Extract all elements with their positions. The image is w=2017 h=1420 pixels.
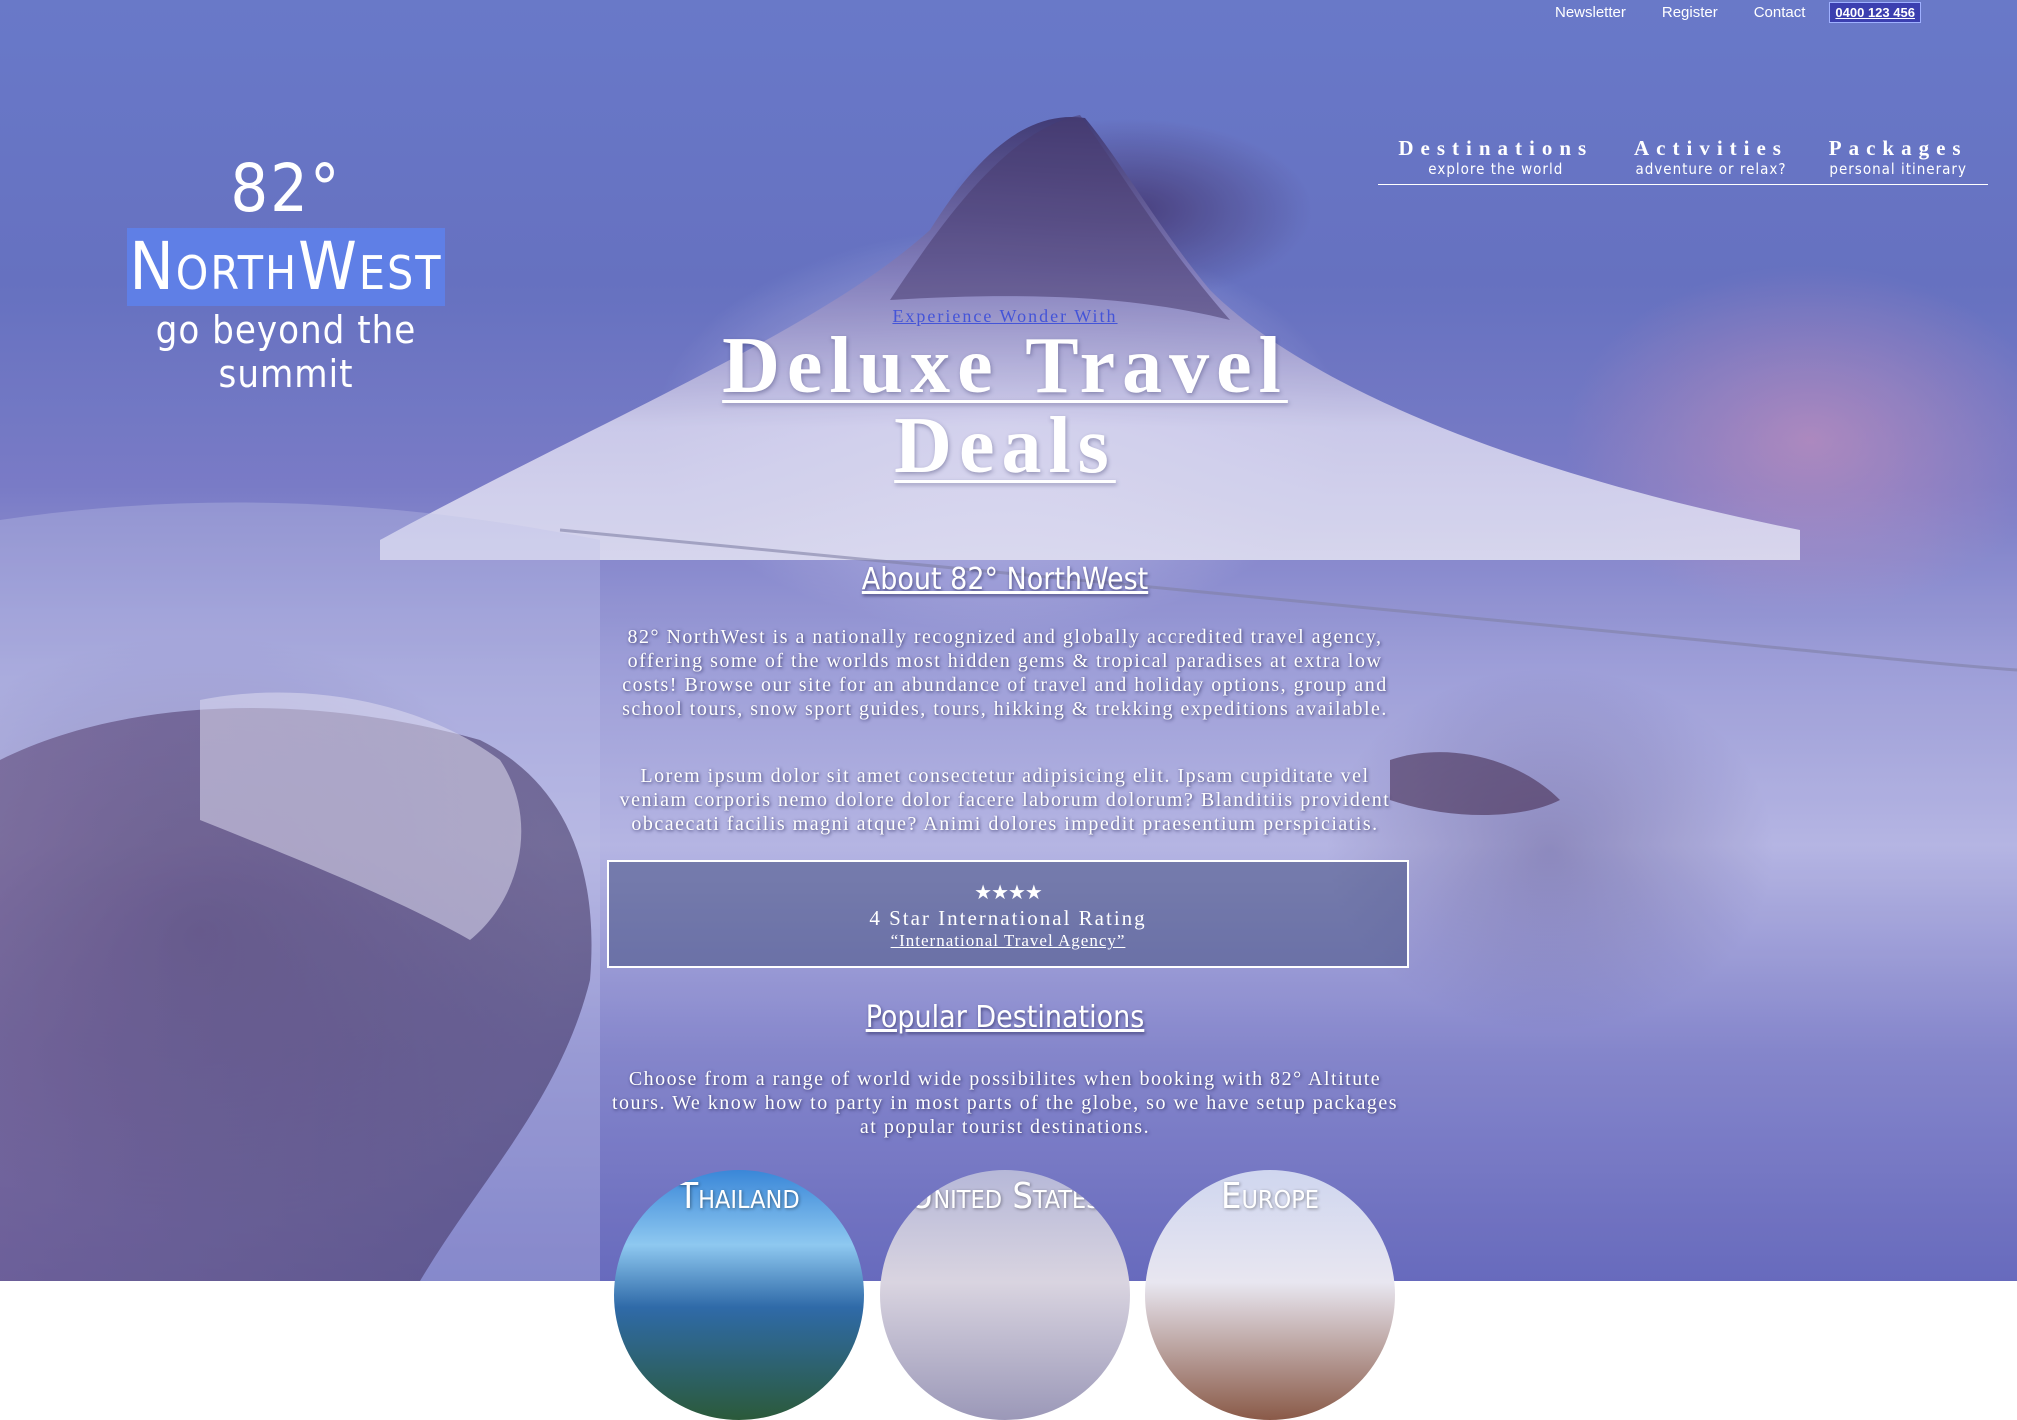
logo-tagline: go beyond the summit (155, 308, 417, 396)
destination-card-thailand[interactable]: Thailand (614, 1170, 864, 1420)
hero-title-line1: Deluxe Travel (722, 322, 1288, 410)
star-rating-icon: ★★★★ (974, 880, 1043, 904)
rating-text: 4 Star International Rating (869, 906, 1147, 930)
nav-title: Packages (1828, 136, 1968, 160)
utility-bar: Newsletter Register Contact 0400 123 456 (1555, 0, 1921, 24)
nav-item-activities[interactable]: Activities adventure or relax? (1634, 136, 1788, 184)
nav-subtitle: explore the world (1428, 160, 1564, 178)
about-paragraph-1: 82° NorthWest is a nationally recognized… (622, 626, 1388, 720)
nav-subtitle: adventure or relax? (1635, 160, 1787, 178)
hero-title[interactable]: Deluxe Travel Deals (605, 326, 1405, 486)
newsletter-link[interactable]: Newsletter (1555, 4, 1626, 21)
contact-link[interactable]: Contact (1754, 4, 1806, 21)
destination-label: Europe (1220, 1176, 1320, 1217)
rating-agency-link[interactable]: “International Travel Agency” (891, 931, 1126, 950)
destination-label: Thailand (678, 1176, 800, 1217)
register-link[interactable]: Register (1662, 4, 1718, 21)
rating-box: ★★★★ 4 Star International Rating “Intern… (607, 860, 1409, 968)
logo-wordmark: 82°NorthWest (126, 150, 446, 306)
destination-card-europe[interactable]: Europe (1145, 1170, 1395, 1420)
logo-degree: 82° (230, 150, 342, 227)
popular-heading: Popular Destinations (865, 1000, 1145, 1035)
about-paragraph-2: Lorem ipsum dolor sit amet consectetur a… (619, 765, 1391, 835)
main-nav: Destinations explore the world Activitie… (1378, 136, 1988, 185)
site-logo[interactable]: 82°NorthWest go beyond the summit (126, 150, 446, 396)
nav-title: Destinations (1398, 136, 1594, 160)
popular-paragraph: Choose from a range of world wide possib… (611, 1068, 1399, 1138)
destination-label: United States (909, 1176, 1101, 1217)
nav-title: Activities (1634, 136, 1788, 160)
nav-item-packages[interactable]: Packages personal itinerary (1829, 136, 1968, 184)
about-heading: About 82° NorthWest (861, 562, 1149, 597)
logo-name: NorthWest (127, 228, 445, 306)
nav-subtitle: personal itinerary (1829, 160, 1967, 178)
hero-title-line2: Deals (894, 402, 1116, 490)
nav-item-destinations[interactable]: Destinations explore the world (1398, 136, 1593, 184)
destination-card-united-states[interactable]: United States (880, 1170, 1130, 1420)
phone-link[interactable]: 0400 123 456 (1829, 1, 1921, 23)
